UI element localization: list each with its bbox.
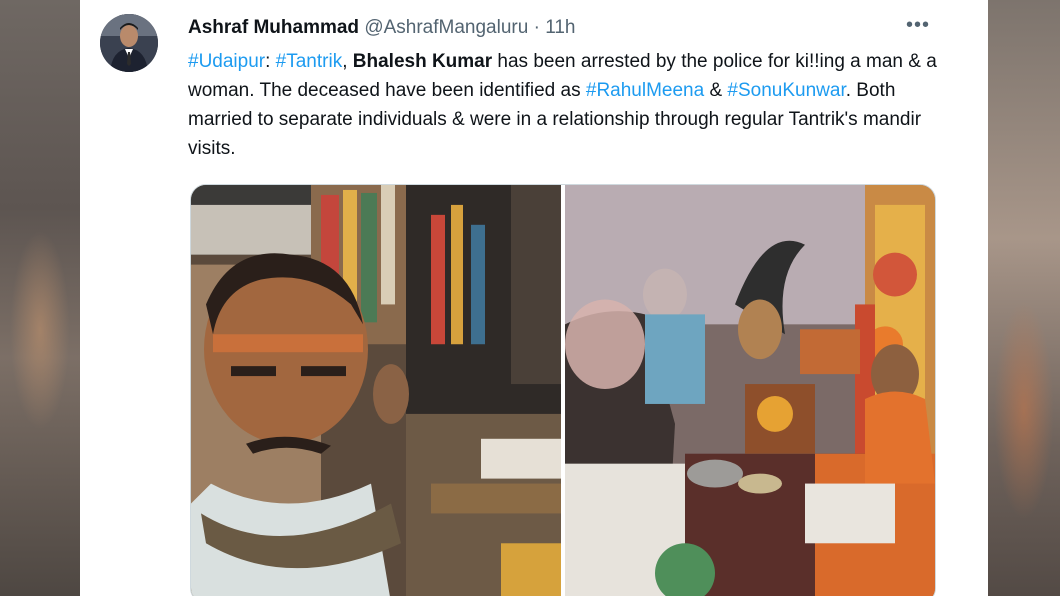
- hashtag-sonukunwar[interactable]: #SonuKunwar: [727, 80, 845, 101]
- photo-1[interactable]: [191, 185, 561, 596]
- tweet-header: Ashraf Muhammad @AshrafMangaluru · 11h: [188, 16, 575, 40]
- text-colon: :: [265, 51, 276, 72]
- avatar[interactable]: [100, 14, 158, 72]
- photo-2[interactable]: [565, 185, 935, 596]
- more-options-button[interactable]: •••: [904, 14, 932, 40]
- background-blur-right: [988, 0, 1060, 596]
- hashtag-tantrik[interactable]: #Tantrik: [276, 51, 343, 72]
- hashtag-udaipur[interactable]: #Udaipur: [188, 51, 265, 72]
- bold-name: Bhalesh Kumar: [352, 51, 493, 72]
- author-name[interactable]: Ashraf Muhammad: [188, 17, 359, 38]
- author-handle[interactable]: @AshrafMangaluru: [364, 17, 528, 38]
- media-grid: [190, 184, 936, 596]
- background-blur-left: [0, 0, 80, 596]
- timestamp[interactable]: 11h: [545, 17, 575, 38]
- more-horizontal-icon: •••: [905, 14, 930, 36]
- tweet-text: #Udaipur: #Tantrik, Bhalesh Kumar has be…: [188, 47, 948, 163]
- text-comma: ,: [342, 51, 353, 72]
- tweet-card[interactable]: Ashraf Muhammad @AshrafMangaluru · 11h •…: [80, 0, 988, 596]
- header-separator: ·: [533, 17, 540, 38]
- text-ampersand: &: [704, 80, 728, 101]
- hashtag-rahulmeena[interactable]: #RahulMeena: [586, 80, 704, 101]
